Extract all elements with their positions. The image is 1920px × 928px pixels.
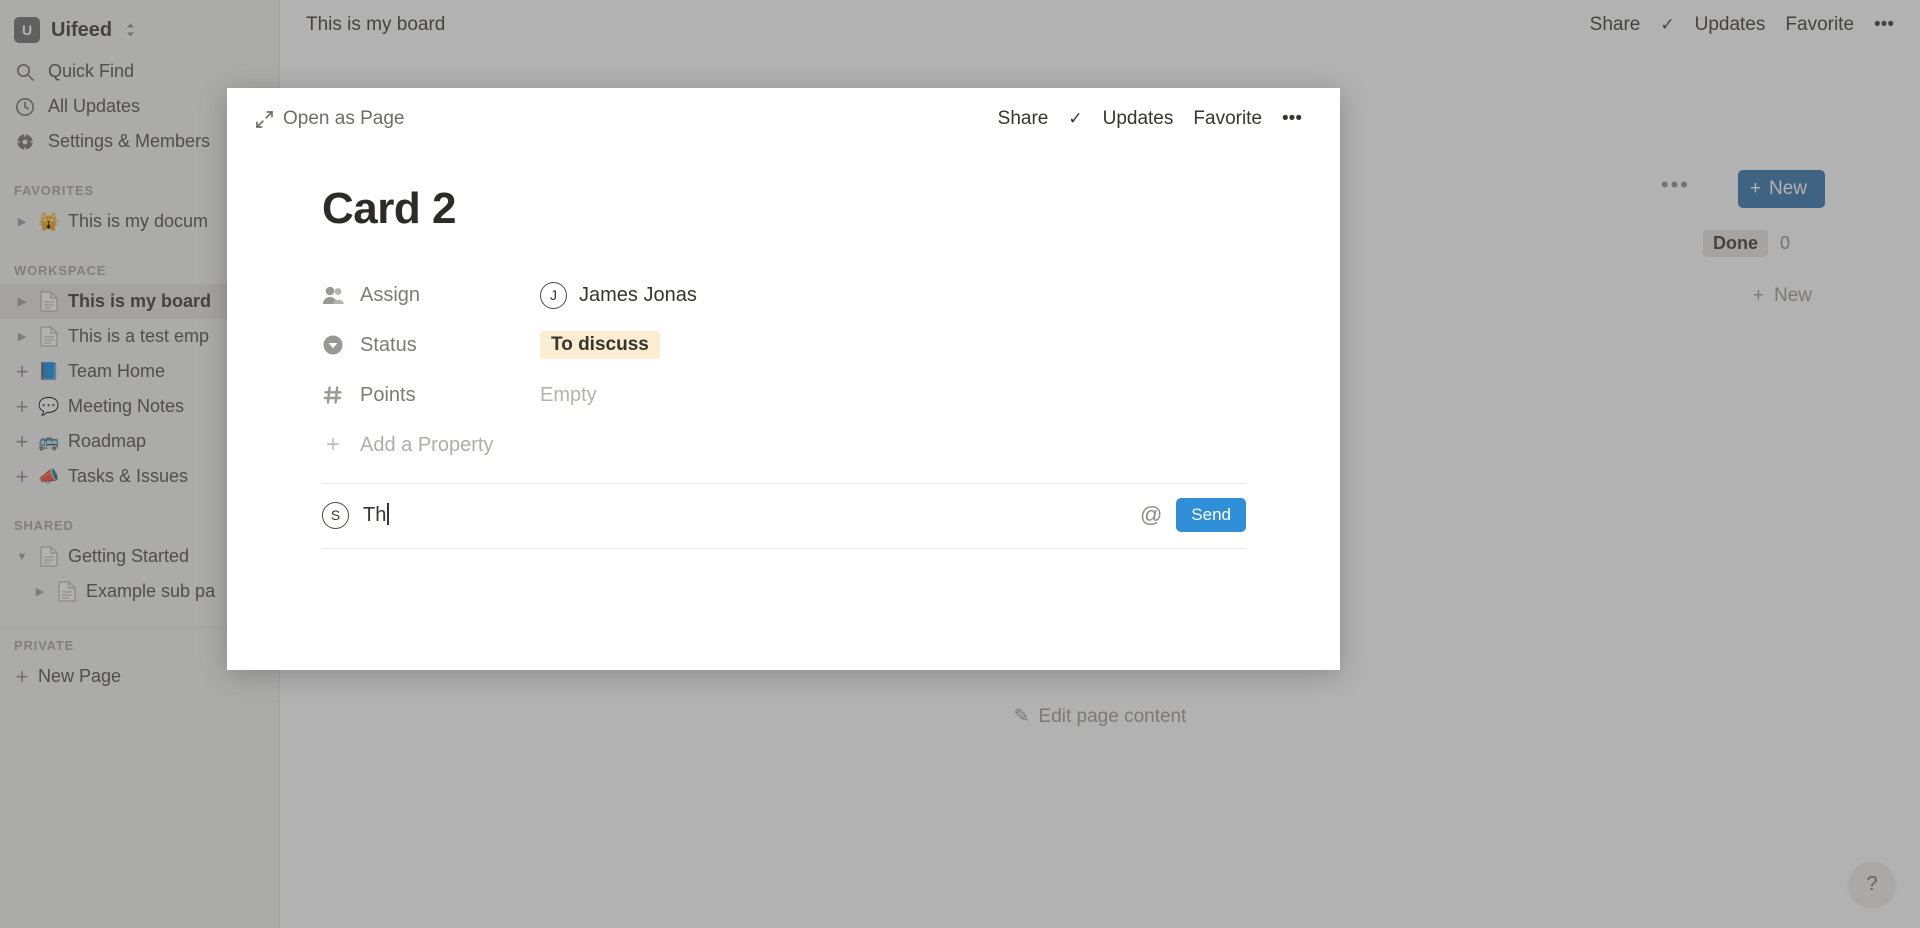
property-row-status[interactable]: Status To discuss <box>322 320 1340 370</box>
status-badge: To discuss <box>540 331 660 359</box>
card-title[interactable]: Card 2 <box>322 184 1340 234</box>
open-as-page-label: Open as Page <box>283 108 405 129</box>
at-icon[interactable]: @ <box>1140 502 1162 528</box>
assignee-name: James Jonas <box>579 283 697 306</box>
expand-icon <box>255 110 274 129</box>
avatar: J <box>540 281 567 309</box>
property-value-points[interactable]: Empty <box>540 384 597 407</box>
comment-input[interactable]: Th <box>363 503 1126 527</box>
property-value-assign[interactable]: J James Jonas <box>540 281 697 309</box>
modal-actions: Share ✓ Updates Favorite ••• <box>998 108 1302 130</box>
people-icon <box>322 284 344 306</box>
plus-icon: + <box>325 431 340 458</box>
app-root: U Uifeed Quick Find All Updates Settings… <box>0 0 1920 928</box>
check-icon: ✓ <box>1068 109 1083 128</box>
add-property-label: Add a Property <box>360 433 494 456</box>
modal-more-options-icon[interactable]: ••• <box>1282 108 1302 130</box>
property-name: Status <box>360 333 417 356</box>
avatar: S <box>322 501 349 529</box>
property-value-status[interactable]: To discuss <box>540 331 660 359</box>
card-detail-modal: Open as Page Share ✓ Updates Favorite ••… <box>227 88 1340 670</box>
hash-icon <box>322 384 344 406</box>
comment-composer: S Th @ Send <box>322 483 1246 549</box>
comment-row: S Th @ Send <box>322 498 1246 549</box>
send-button[interactable]: Send <box>1176 498 1246 532</box>
property-name: Assign <box>360 283 421 306</box>
modal-updates-button[interactable]: Updates <box>1103 108 1174 130</box>
status-circle-icon <box>322 334 344 356</box>
text-caret <box>387 503 389 525</box>
add-property-button[interactable]: + Add a Property <box>322 420 1340 470</box>
property-row-points[interactable]: Points Empty <box>322 370 1340 420</box>
property-list: Assign J James Jonas Status To discuss P… <box>322 270 1340 470</box>
property-name: Points <box>360 383 416 406</box>
property-label-assign: Assign <box>322 284 540 307</box>
property-row-assign[interactable]: Assign J James Jonas <box>322 270 1340 320</box>
modal-body: Card 2 Assign J James Jonas Status To di… <box>227 184 1340 549</box>
modal-favorite-button[interactable]: Favorite <box>1193 108 1262 130</box>
comment-input-value: Th <box>363 504 387 526</box>
modal-header: Open as Page Share ✓ Updates Favorite ••… <box>227 88 1340 130</box>
property-label-status: Status <box>322 334 540 357</box>
modal-share-button[interactable]: Share <box>998 108 1049 130</box>
property-label-points: Points <box>322 384 540 407</box>
open-as-page-button[interactable]: Open as Page <box>255 108 404 130</box>
